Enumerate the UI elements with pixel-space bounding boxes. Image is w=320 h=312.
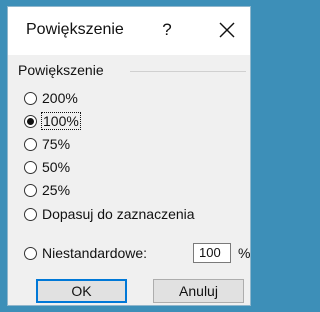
radio-option-100[interactable]: 100% [24, 112, 81, 130]
radio-option-200[interactable]: 200% [24, 89, 78, 107]
ok-button[interactable]: OK [36, 279, 127, 303]
group-divider [130, 71, 246, 72]
dialog-title: Powiększenie [26, 21, 124, 38]
radio-option-25[interactable]: 25% [24, 181, 70, 199]
radio-button[interactable] [24, 137, 37, 151]
radio-button-selected[interactable] [24, 114, 37, 128]
radio-label: Niestandardowe: [42, 245, 148, 261]
radio-option-fit-selection[interactable]: Dopasuj do zaznaczenia [24, 205, 195, 223]
close-icon [219, 22, 235, 38]
radio-button[interactable] [24, 246, 37, 260]
cancel-button[interactable]: Anuluj [153, 279, 244, 303]
custom-percent-input[interactable]: 100 [193, 243, 231, 263]
radio-option-50[interactable]: 50% [24, 158, 70, 176]
percent-unit: % [238, 245, 251, 261]
radio-label: Dopasuj do zaznaczenia [42, 206, 195, 222]
radio-button[interactable] [24, 91, 37, 105]
radio-label: 25% [42, 182, 71, 198]
zoom-dialog: Powiększenie ? Powiększenie 200% 100% 75… [7, 6, 251, 306]
help-button[interactable]: ? [156, 17, 178, 43]
radio-label: 50% [42, 159, 71, 175]
radio-button[interactable] [24, 207, 37, 221]
radio-button[interactable] [24, 160, 37, 174]
radio-label: 100% [41, 112, 81, 130]
radio-label: 200% [42, 90, 78, 106]
group-label: Powiększenie [18, 62, 104, 78]
radio-option-75[interactable]: 75% [24, 135, 70, 153]
radio-option-custom[interactable]: Niestandardowe: [24, 244, 147, 262]
close-button[interactable] [214, 17, 240, 43]
radio-button[interactable] [24, 183, 37, 197]
radio-label: 75% [42, 136, 71, 152]
title-bar: Powiększenie ? [8, 7, 250, 55]
